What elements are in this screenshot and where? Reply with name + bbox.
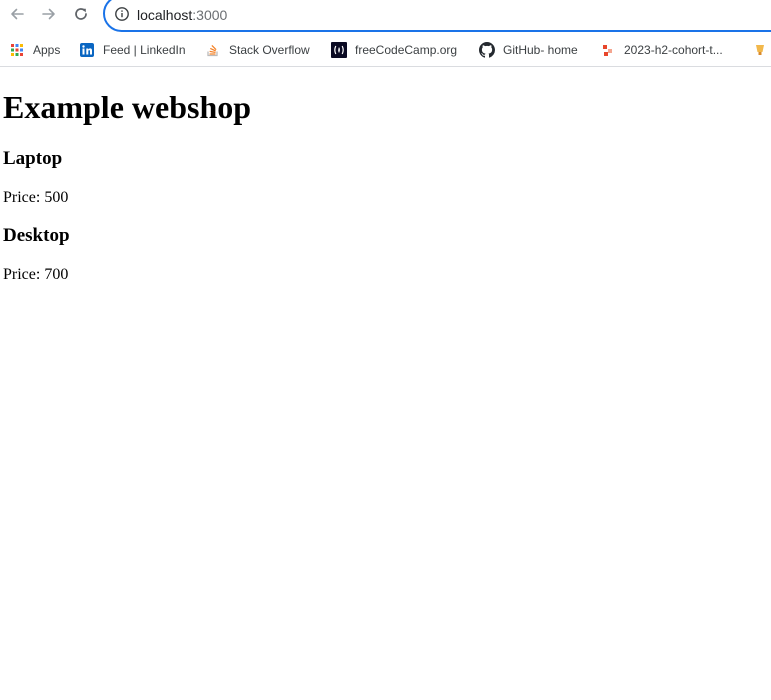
page-title: Example webshop — [3, 89, 252, 125]
bookmark-label: Stack Overflow — [229, 43, 310, 57]
bookmark-cohort[interactable]: 2023-h2-cohort-t... — [600, 41, 723, 59]
bookmark-extra[interactable] — [752, 41, 771, 59]
bookmark-linkedin[interactable]: Feed | LinkedIn — [79, 41, 186, 59]
site-info-icon[interactable] — [114, 6, 130, 22]
product-price: Price: 700 — [3, 266, 69, 283]
bookmark-extra-icon — [752, 42, 768, 58]
address-bar[interactable]: localhost:3000 — [103, 0, 771, 32]
bookmark-label: 2023-h2-cohort-t... — [624, 43, 723, 57]
browser-toolbar: localhost:3000 — [0, 0, 771, 32]
product-name: Desktop — [3, 225, 70, 246]
back-button[interactable] — [6, 3, 28, 25]
bookmark-label: GitHub- home — [503, 43, 578, 57]
freecodecamp-icon — [331, 42, 347, 58]
reload-button[interactable] — [70, 3, 92, 25]
arrow-left-icon — [11, 8, 24, 20]
bookmark-freecodecamp[interactable]: freeCodeCamp.org — [331, 41, 457, 59]
bookmark-label: Feed | LinkedIn — [103, 43, 186, 57]
forward-button[interactable] — [38, 3, 60, 25]
cohort-icon — [600, 42, 616, 58]
address-host: localhost — [137, 7, 193, 23]
github-icon — [479, 42, 495, 58]
product-price: Price: 500 — [3, 189, 69, 206]
apps-grid-icon — [9, 42, 25, 58]
bookmark-github[interactable]: GitHub- home — [479, 41, 578, 59]
address-url[interactable]: localhost:3000 — [137, 7, 227, 23]
bookmarks-bar: Apps Feed | LinkedIn Stack Overflow free… — [0, 35, 771, 67]
bookmark-stackoverflow[interactable]: Stack Overflow — [205, 41, 310, 59]
arrow-right-icon — [42, 8, 55, 20]
bookmark-apps[interactable]: Apps — [9, 41, 60, 59]
address-port: :3000 — [192, 7, 228, 23]
product-name: Laptop — [3, 148, 63, 169]
stackoverflow-icon — [205, 42, 221, 58]
bookmark-label: Apps — [33, 43, 61, 57]
bookmark-label: freeCodeCamp.org — [355, 43, 458, 57]
linkedin-icon — [79, 42, 95, 58]
reload-icon — [75, 8, 87, 20]
